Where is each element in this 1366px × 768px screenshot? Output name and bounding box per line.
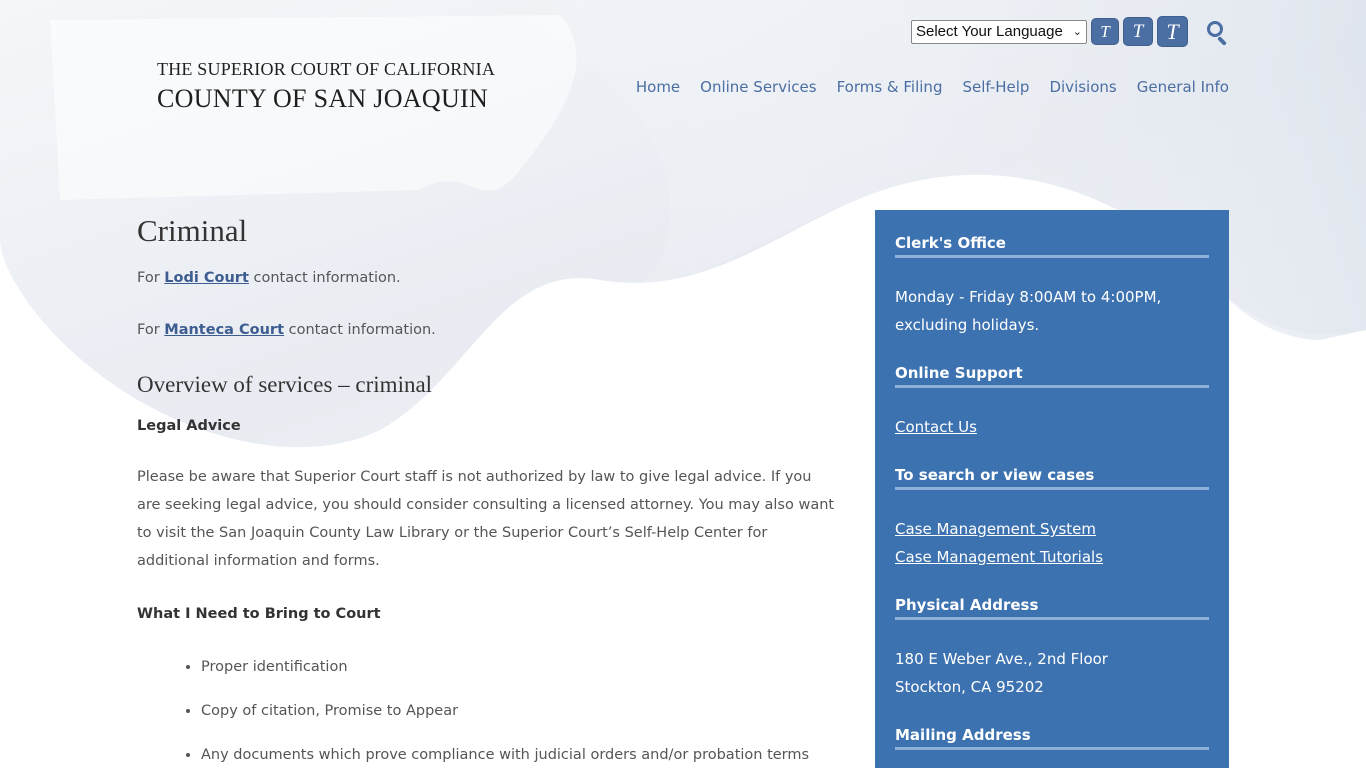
mailing-address-heading: Mailing Address xyxy=(895,724,1209,750)
clerk-office-heading: Clerk's Office xyxy=(895,232,1209,258)
manteca-paragraph: For Manteca Court contact information. xyxy=(137,316,837,344)
address-line-2: Stockton, CA 95202 xyxy=(895,678,1044,696)
manteca-court-link[interactable]: Manteca Court xyxy=(164,322,284,338)
nav-forms-filing[interactable]: Forms & Filing xyxy=(837,76,943,98)
physical-address-heading: Physical Address xyxy=(895,594,1209,620)
manteca-prefix: For xyxy=(137,322,165,338)
page-title: Criminal xyxy=(137,213,248,248)
nav-online-services[interactable]: Online Services xyxy=(700,76,816,98)
text-size-medium-button[interactable]: T xyxy=(1123,17,1153,46)
text-size-large-button[interactable]: T xyxy=(1157,16,1188,47)
list-item: Copy of citation, Promise to Appear xyxy=(201,697,837,725)
sidebar-info: Clerk's Office Monday - Friday 8:00AM to… xyxy=(875,210,1229,768)
contact-us-link[interactable]: Contact Us xyxy=(895,413,1209,441)
lodi-court-link[interactable]: Lodi Court xyxy=(164,270,249,286)
lodi-suffix: contact information. xyxy=(248,270,401,286)
language-select[interactable]: Select Your Language ⌄ xyxy=(911,19,1087,44)
main-content: Criminal For Lodi Court contact informat… xyxy=(137,212,837,768)
header-toolbar: Select Your Language ⌄ T T T xyxy=(911,16,1230,47)
bring-list: Proper identification Copy of citation, … xyxy=(201,653,837,768)
logo-line-1: THE SUPERIOR COURT OF CALIFORNIA xyxy=(157,59,496,79)
language-select-value: Select Your Language xyxy=(916,23,1063,40)
list-item: Any documents which prove compliance wit… xyxy=(201,741,837,768)
clerk-hours: Monday - Friday 8:00AM to 4:00PM, exclud… xyxy=(895,288,1162,334)
nav-divisions[interactable]: Divisions xyxy=(1049,76,1116,98)
nav-general-info[interactable]: General Info xyxy=(1137,76,1229,98)
manteca-suffix: contact information. xyxy=(284,322,436,338)
nav-self-help[interactable]: Self-Help xyxy=(962,76,1029,98)
nav-home[interactable]: Home xyxy=(636,76,680,98)
legal-advice-heading: Legal Advice xyxy=(137,418,241,434)
bring-to-court-heading: What I Need to Bring to Court xyxy=(137,606,381,622)
address-line-1: 180 E Weber Ave., 2nd Floor xyxy=(895,650,1108,668)
online-support-heading: Online Support xyxy=(895,362,1209,388)
search-cases-heading: To search or view cases xyxy=(895,464,1209,490)
chevron-down-icon: ⌄ xyxy=(1072,25,1082,38)
main-nav: Home Online Services Forms & Filing Self… xyxy=(616,76,1229,98)
text-size-small-button[interactable]: T xyxy=(1091,18,1119,45)
case-management-system-link[interactable]: Case Management System xyxy=(895,515,1209,543)
lodi-paragraph: For Lodi Court contact information. xyxy=(137,264,837,292)
court-logo[interactable]: THE SUPERIOR COURT OF CALIFORNIA COUNTY … xyxy=(157,58,495,116)
lodi-prefix: For xyxy=(137,270,165,286)
case-management-tutorials-link[interactable]: Case Management Tutorials xyxy=(895,543,1209,571)
search-icon[interactable] xyxy=(1206,19,1230,46)
logo-line-2: COUNTY OF SAN JOAQUIN xyxy=(157,84,489,113)
list-item: Proper identification xyxy=(201,653,837,681)
legal-advice-text: Please be aware that Superior Court staf… xyxy=(137,469,835,569)
overview-heading: Overview of services – criminal xyxy=(137,372,433,397)
